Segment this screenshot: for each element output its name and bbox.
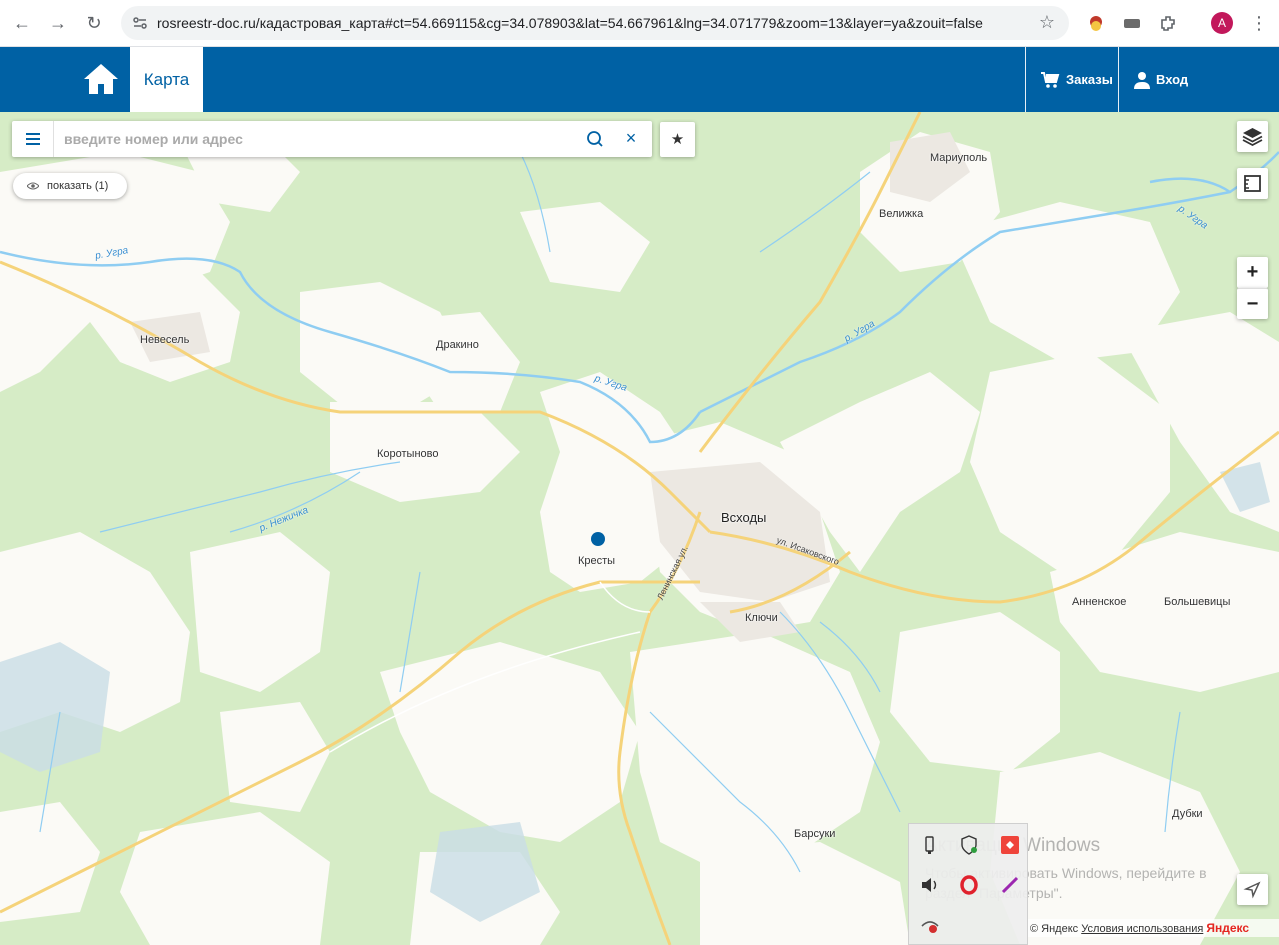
header-divider [1025,47,1026,112]
eye-icon [27,182,39,190]
copyright-text: © Яндекс [1030,923,1079,935]
map-marker[interactable] [591,532,605,546]
layers-icon [1242,128,1263,147]
map-attribution: © Яндекс Условия использования Яндекс [1028,919,1279,937]
volume-icon[interactable] [919,874,941,896]
place-label: Дракино [436,339,479,351]
login-button[interactable]: Вход [1134,47,1188,112]
site-header: Карта Заказы Вход [0,47,1279,112]
map-tiles [0,112,1279,945]
opera-icon[interactable] [958,874,980,896]
yandex-logo[interactable]: Яндекс [1206,921,1249,935]
place-label: Кресты [578,555,616,567]
network-error-icon[interactable] [919,914,941,936]
orders-button[interactable]: Заказы [1040,47,1113,112]
address-bar[interactable]: rosreestr-doc.ru/кадастровая_карта#ct=54… [121,6,1069,40]
place-label: Анненское [1072,596,1127,608]
pen-icon[interactable] [999,874,1021,896]
profile-avatar[interactable]: A [1211,12,1233,34]
extension-1-icon[interactable] [1085,12,1107,34]
place-label: Всходы [721,510,767,525]
place-label: Большевицы [1164,596,1231,608]
place-label: Невесель [140,334,190,346]
system-tray-overflow [908,823,1028,945]
hamburger-icon [26,133,40,145]
extensions-icon[interactable] [1157,12,1179,34]
home-icon[interactable] [82,61,120,97]
anydesk-icon[interactable] [999,834,1021,856]
url-text[interactable]: rosreestr-doc.ru/кадастровая_карта#ct=54… [157,15,983,31]
place-label: Коротыново [377,448,439,460]
place-label: Дубки [1172,808,1203,820]
user-icon [1134,71,1150,89]
navigation-arrow-icon [1243,881,1261,899]
browser-toolbar: ← → ↻ rosreestr-doc.ru/кадастровая_карта… [0,0,1279,47]
zoom-in-button[interactable]: + [1237,257,1268,288]
show-objects-label: показать (1) [47,180,109,192]
terms-link[interactable]: Условия использования [1081,923,1203,935]
header-divider [1118,47,1119,112]
ruler-icon [1244,175,1261,192]
back-icon[interactable]: ← [10,11,34,35]
reload-icon[interactable]: ↻ [82,11,106,35]
site-settings-icon[interactable] [131,14,149,32]
layers-button[interactable] [1237,121,1268,152]
place-label: Мариуполь [930,152,988,164]
favorites-star-button[interactable]: ★ [660,122,695,157]
orders-label: Заказы [1066,72,1113,87]
map-canvas[interactable]: Мариуполь Велижка Невесель Дракино Корот… [0,112,1279,945]
clear-icon[interactable]: × [622,129,640,147]
zoom-out-button[interactable]: − [1237,288,1268,319]
search-icon[interactable] [586,130,604,148]
tab-map[interactable]: Карта [130,47,203,112]
geolocation-button[interactable] [1237,874,1268,905]
menu-button[interactable] [12,121,54,157]
search-input[interactable] [64,129,584,149]
search-bar: × [12,121,652,157]
place-label: Велижка [879,208,924,220]
security-shield-icon[interactable] [958,834,980,856]
browser-menu-icon[interactable]: ⋮ [1249,12,1269,34]
ruler-button[interactable] [1237,168,1268,199]
usb-device-icon[interactable] [919,834,941,856]
place-label: Ключи [745,612,778,624]
extension-2-icon[interactable] [1121,12,1143,34]
bookmark-star-icon[interactable]: ☆ [1039,12,1055,33]
place-label: Барсуки [794,828,836,840]
cart-icon [1041,71,1060,88]
forward-icon[interactable]: → [46,11,70,35]
show-objects-button[interactable]: показать (1) [13,173,127,199]
login-label: Вход [1156,72,1189,87]
